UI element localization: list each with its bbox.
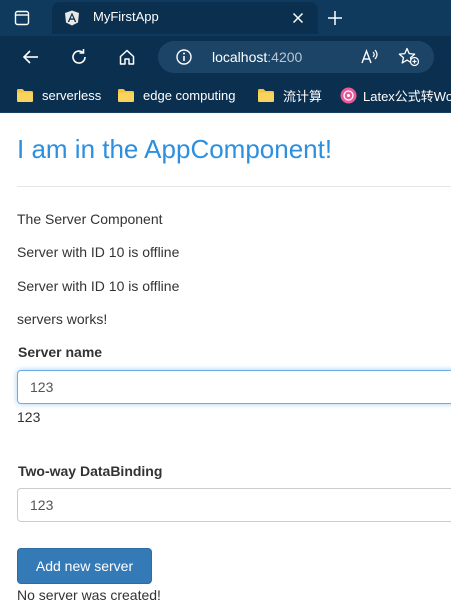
url-text: localhost:4200 (212, 49, 302, 65)
angular-logo-icon (65, 10, 79, 26)
site-info-icon[interactable] (176, 49, 192, 65)
servers-works-text: servers works! (17, 311, 108, 327)
home-icon[interactable] (115, 45, 139, 69)
url-host: localhost (212, 49, 268, 65)
read-aloud-icon[interactable] (360, 48, 380, 66)
tab-active[interactable]: MyFirstApp (52, 2, 318, 34)
server-status-text: Server with ID 10 is offline (17, 278, 180, 294)
bookmark-edge-computing[interactable]: edge computing (117, 85, 236, 105)
server-status-text: Server with ID 10 is offline (17, 244, 180, 260)
navigation-bar: localhost:4200 (0, 36, 451, 78)
bookmark-latex-converter[interactable]: Latex公式转Wo (340, 85, 451, 105)
url-port: :4200 (267, 49, 303, 65)
refresh-icon[interactable] (67, 45, 91, 69)
tab-title: MyFirstApp (93, 9, 159, 24)
browser-window: MyFirstApp localhost:4200 serverless edg… (0, 0, 451, 605)
bookmark-stream-computing[interactable]: 流计算 (257, 85, 322, 105)
close-tab-icon[interactable] (290, 10, 306, 26)
bookmark-label: 流计算 (283, 88, 323, 104)
tab-strip: MyFirstApp (0, 0, 451, 36)
folder-icon (118, 88, 134, 102)
bookmark-serverless[interactable]: serverless (16, 85, 101, 105)
address-bar[interactable]: localhost:4200 (158, 41, 434, 73)
page-content: I am in the AppComponent! The Server Com… (0, 113, 451, 605)
bookmark-label: serverless (42, 87, 102, 103)
tab-actions-icon[interactable] (12, 8, 32, 28)
add-new-server-button[interactable]: Add new server (17, 548, 152, 584)
bookmark-label: edge computing (143, 87, 236, 103)
new-tab-icon[interactable] (325, 8, 345, 28)
folder-icon (17, 88, 33, 102)
page-title: I am in the AppComponent! (17, 134, 333, 164)
server-name-echo: 123 (17, 409, 41, 425)
back-arrow-icon[interactable] (19, 45, 43, 69)
bookmarks-bar: serverless edge computing 流计算 Latex公式转Wo (0, 78, 451, 113)
folder-icon (258, 88, 274, 102)
add-favorite-icon[interactable] (398, 47, 420, 67)
divider (17, 186, 451, 187)
server-creation-status: No server was created! (17, 587, 161, 603)
bookmark-label: Latex公式转Wo (363, 88, 451, 104)
server-component-text: The Server Component (17, 211, 163, 227)
two-way-binding-label: Two-way DataBinding (18, 463, 163, 479)
server-name-input[interactable] (17, 370, 451, 404)
two-way-binding-input[interactable] (17, 488, 451, 522)
site-favicon-icon (340, 87, 357, 103)
server-name-label: Server name (18, 344, 103, 360)
